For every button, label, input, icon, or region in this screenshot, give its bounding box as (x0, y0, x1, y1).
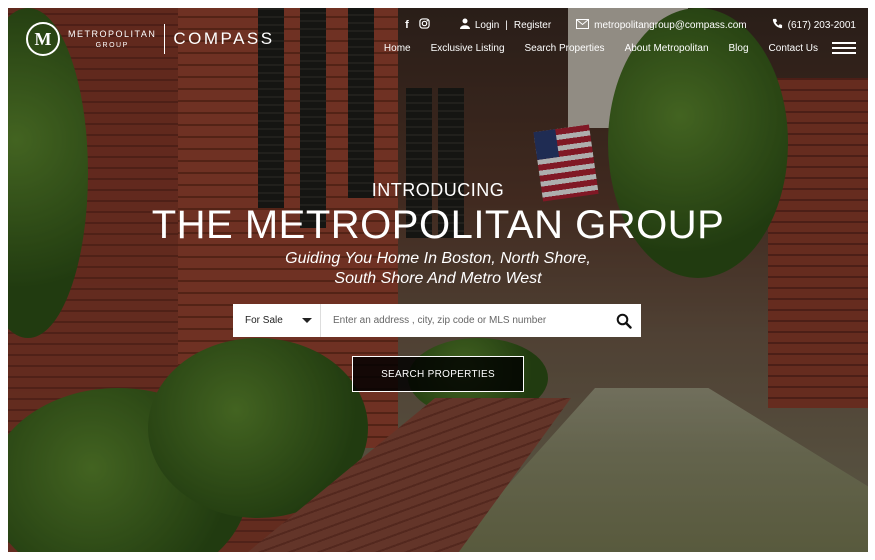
login-register-separator: | (505, 19, 508, 31)
hamburger-menu-icon[interactable] (832, 42, 856, 54)
hero-intro: INTRODUCING (371, 180, 505, 200)
listing-type-select[interactable]: For Sale (233, 304, 321, 337)
hero-subtitle-line-1: Guiding You Home In Boston, North Shore, (285, 250, 591, 267)
compass-brand: COMPASS (173, 29, 275, 48)
phone-icon (772, 18, 783, 32)
phone-link[interactable]: (617) 203-2001 (788, 20, 856, 31)
logo-line-2: GROUP (95, 41, 129, 49)
login-link[interactable]: Login (475, 20, 499, 31)
logo-line-1: METROPOLITAN (68, 28, 157, 39)
property-search-bar: For Sale (233, 304, 641, 337)
nav-blog[interactable]: Blog (729, 43, 749, 54)
logo-divider (164, 24, 166, 54)
nav-about-metropolitan[interactable]: About Metropolitan (625, 43, 709, 54)
main-nav: Home Exclusive Listing Search Properties… (364, 42, 856, 54)
site-logo[interactable]: M METROPOLITAN GROUP COMPASS (26, 22, 275, 56)
hero-subtitle-line-2: South Shore And Metro West (334, 270, 542, 287)
hero-section: M METROPOLITAN GROUP COMPASS f Login | R… (8, 8, 868, 552)
facebook-icon[interactable]: f (405, 19, 409, 31)
search-properties-button[interactable]: SEARCH PROPERTIES (352, 356, 524, 392)
chevron-down-icon (302, 318, 312, 323)
mail-icon (576, 18, 590, 32)
listing-type-value: For Sale (245, 315, 283, 326)
email-link[interactable]: metropolitangroup@compass.com (594, 20, 746, 31)
nav-home[interactable]: Home (384, 43, 411, 54)
instagram-icon[interactable] (419, 18, 430, 32)
nav-exclusive-listing[interactable]: Exclusive Listing (431, 43, 505, 54)
search-icon[interactable] (607, 304, 641, 337)
search-input[interactable] (321, 304, 607, 337)
user-icon (459, 18, 470, 32)
utility-bar: f Login | Register metropolitangroup@com… (400, 18, 856, 32)
hero-title: THE METROPOLITAN GROUP (151, 203, 725, 247)
register-link[interactable]: Register (514, 20, 551, 31)
metropolitan-logo-icon: M (26, 22, 60, 56)
nav-search-properties[interactable]: Search Properties (525, 43, 605, 54)
nav-contact-us[interactable]: Contact Us (769, 43, 818, 54)
logo-wordmark: METROPOLITAN GROUP (68, 28, 157, 49)
